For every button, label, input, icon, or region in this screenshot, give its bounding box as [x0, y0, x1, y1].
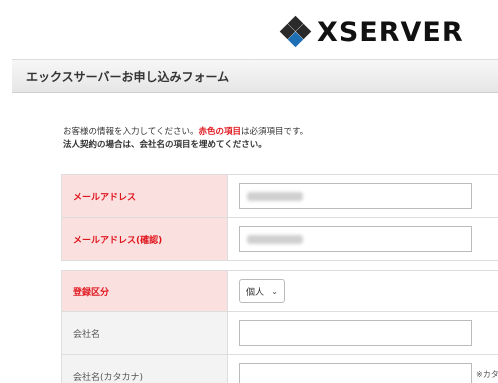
chevron-down-icon: ⌄	[271, 286, 278, 296]
email-confirm-label: メールアドレス(確認)	[61, 218, 228, 260]
instruction-text: お客様の情報を入力してください。	[63, 127, 199, 137]
email-section: メールアドレス メールアドレス(確認)	[61, 174, 498, 261]
page-title: エックスサーバーお申し込みフォーム	[26, 69, 230, 84]
logo-text: XSERVER	[317, 16, 464, 48]
company-name-cell	[228, 312, 498, 354]
company-name-input[interactable]	[239, 320, 472, 346]
obscured-value	[247, 234, 303, 244]
form-instructions: お客様の情報を入力してください。赤色の項目は必須項目です。 法人契約の場合は、会…	[63, 126, 308, 152]
logo-mark-icon	[279, 15, 312, 48]
email-confirm-input[interactable]	[239, 226, 472, 252]
page-title-bar: エックスサーバーお申し込みフォーム	[12, 59, 498, 93]
email-input[interactable]	[239, 183, 472, 209]
instruction-text-end: は必須項目です。	[241, 127, 309, 137]
kana-note: ※カタ	[476, 370, 498, 379]
form-row-company-name: 会社名	[61, 312, 498, 355]
email-cell	[228, 175, 498, 217]
registration-type-label: 登録区分	[61, 271, 228, 311]
instruction-line-1: お客様の情報を入力してください。赤色の項目は必須項目です。	[63, 126, 308, 139]
company-name-kana-label: 会社名(カタカナ)	[61, 355, 228, 383]
form-row-email-confirm: メールアドレス(確認)	[61, 218, 498, 261]
xserver-logo: XSERVER	[279, 15, 464, 49]
form-row-email: メールアドレス	[61, 175, 498, 218]
company-section: 登録区分 個人 ⌄ 会社名 会社名(カタカナ) ※カタ	[61, 270, 498, 383]
required-highlight-text: 赤色の項目	[198, 127, 242, 137]
form-row-registration-type: 登録区分 個人 ⌄	[61, 271, 498, 312]
obscured-value	[247, 191, 303, 201]
company-name-kana-input[interactable]	[239, 363, 472, 383]
registration-type-select[interactable]: 個人 ⌄	[239, 279, 285, 303]
registration-type-cell: 個人 ⌄	[228, 271, 498, 311]
company-name-label: 会社名	[61, 312, 228, 354]
email-confirm-cell	[228, 218, 498, 260]
registration-type-value: 個人	[246, 287, 265, 298]
instruction-line-2: 法人契約の場合は、会社名の項目を埋めてください。	[63, 140, 267, 150]
form-row-company-name-kana: 会社名(カタカナ) ※カタ	[61, 355, 498, 383]
email-label: メールアドレス	[61, 175, 228, 217]
company-name-kana-cell: ※カタ	[228, 355, 498, 383]
